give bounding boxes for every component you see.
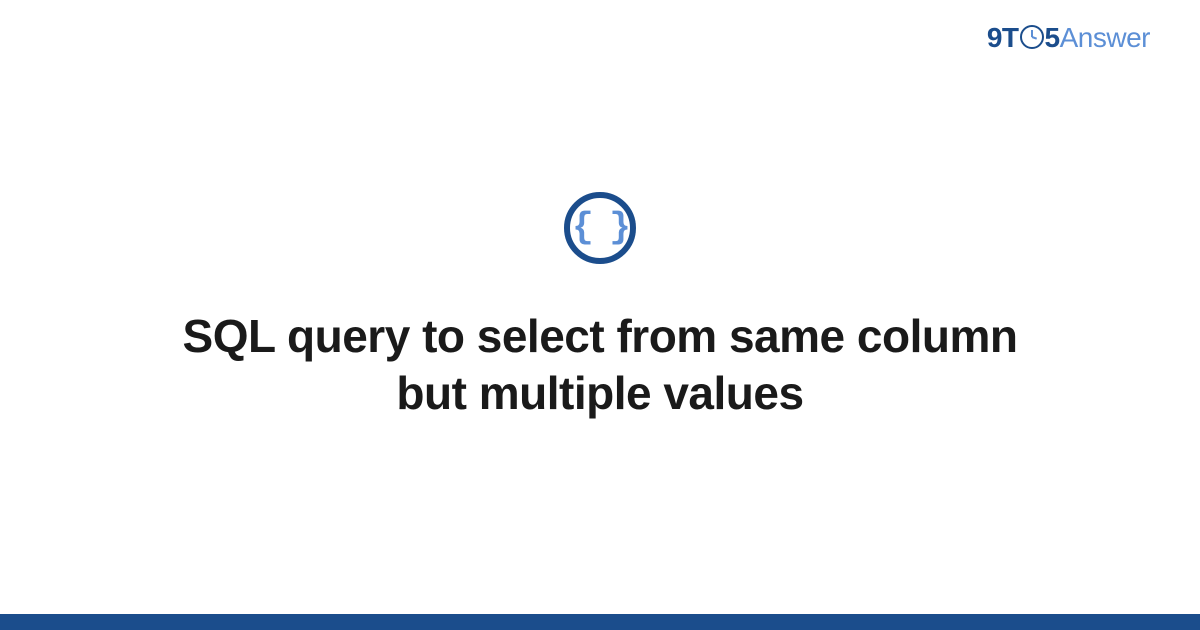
page-title: SQL query to select from same column but… xyxy=(160,308,1040,423)
main-content: { } SQL query to select from same column… xyxy=(0,0,1200,614)
topic-icon-wrap: { } xyxy=(564,192,636,264)
footer-accent-bar xyxy=(0,614,1200,630)
code-braces-icon: { } xyxy=(564,192,636,264)
